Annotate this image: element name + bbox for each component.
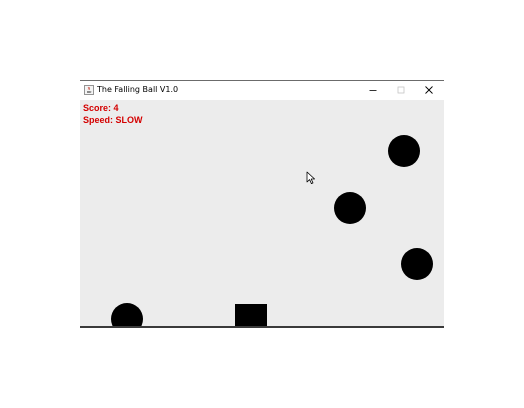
score-label: Score:: [83, 103, 114, 113]
falling-ball: [401, 248, 433, 280]
falling-ball: [111, 303, 143, 326]
app-window: The Falling Ball V1.0 Score: 4 Speed: SL…: [80, 80, 444, 328]
window-title: The Falling Ball V1.0: [97, 85, 179, 94]
minimize-icon: [369, 90, 377, 91]
window-bottom-edge: [80, 326, 444, 328]
player-paddle[interactable]: [235, 304, 267, 326]
close-button[interactable]: [418, 83, 440, 98]
game-canvas[interactable]: Score: 4 Speed: SLOW: [80, 100, 444, 326]
falling-ball: [334, 192, 366, 224]
speed-value: SLOW: [115, 115, 143, 125]
speed-label: Speed:: [83, 115, 116, 125]
close-icon: [425, 86, 433, 94]
mouse-pointer-icon: [306, 171, 315, 184]
score-value: 4: [113, 103, 119, 113]
score-display: Score: 4: [83, 103, 119, 114]
speed-display: Speed: SLOW: [83, 115, 143, 126]
falling-ball: [388, 135, 420, 167]
minimize-button[interactable]: [362, 83, 384, 98]
maximize-icon: [397, 86, 405, 94]
title-bar[interactable]: The Falling Ball V1.0: [80, 81, 444, 100]
desktop-background: The Falling Ball V1.0 Score: 4 Speed: SL…: [0, 0, 524, 408]
java-cup-icon: [84, 85, 94, 95]
maximize-button[interactable]: [390, 83, 412, 98]
